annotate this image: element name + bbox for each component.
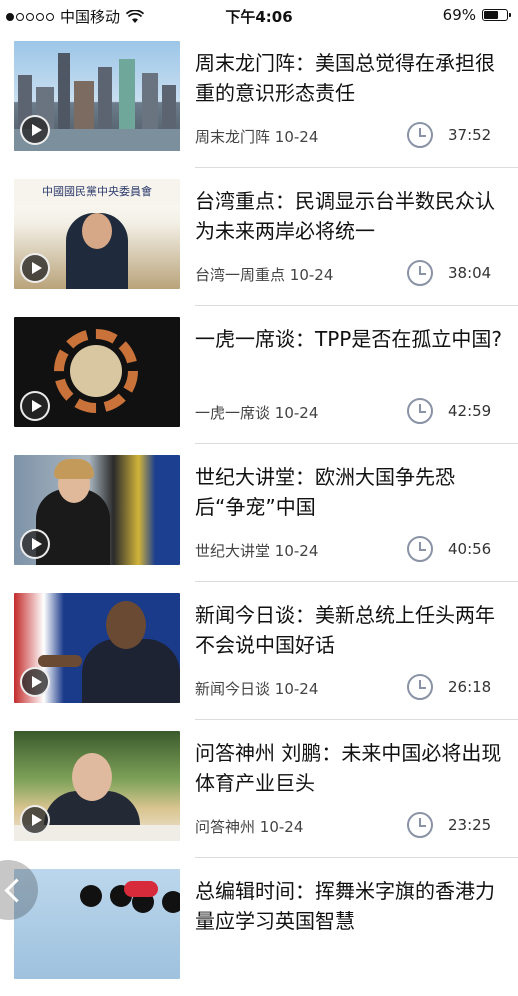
item-duration: 23:25: [448, 816, 492, 834]
clock-icon: [407, 122, 433, 148]
item-duration: 38:04: [448, 264, 492, 282]
item-source: 周末龙门阵: [195, 128, 271, 146]
item-duration: 26:18: [448, 678, 492, 696]
list-item[interactable]: 世纪大讲堂：欧洲大国争先恐后“争宠”中国 世纪大讲堂 10-24 40:56: [0, 444, 518, 582]
item-source: 台湾一周重点: [195, 266, 286, 284]
list-item[interactable]: 一虎一席谈：TPP是否在孤立中国? 一虎一席谈 10-24 42:59: [0, 306, 518, 444]
item-meta: 周末龙门阵 10-24: [195, 126, 318, 147]
item-title[interactable]: 台湾重点：民调显示台半数民众认为未来两岸必将统一: [195, 186, 505, 246]
video-thumbnail[interactable]: [14, 41, 180, 151]
item-source: 新闻今日谈: [195, 680, 271, 698]
video-thumbnail[interactable]: 中國國民黨中央委員會: [14, 179, 180, 289]
item-source: 世纪大讲堂: [195, 542, 271, 560]
item-title[interactable]: 总编辑时间：挥舞米字旗的香港力量应学习英国智慧: [195, 876, 505, 936]
item-source: 问答神州: [195, 818, 256, 836]
clock-icon: [407, 260, 433, 286]
video-thumbnail[interactable]: [14, 593, 180, 703]
status-time: 下午4:06: [225, 8, 293, 26]
play-icon[interactable]: [20, 667, 50, 697]
thumbnail-banner-text: 中國國民黨中央委員會: [14, 179, 180, 205]
clock-icon: [407, 398, 433, 424]
item-title[interactable]: 世纪大讲堂：欧洲大国争先恐后“争宠”中国: [195, 462, 505, 522]
item-date: 10-24: [274, 128, 319, 146]
play-icon[interactable]: [20, 529, 50, 559]
play-icon[interactable]: [20, 253, 50, 283]
battery-fill: [484, 11, 498, 19]
item-date: 10-24: [274, 680, 319, 698]
item-meta: 台湾一周重点 10-24: [195, 264, 333, 285]
list-item[interactable]: 新闻今日谈：美新总统上任头两年不会说中国好话 新闻今日谈 10-24 26:18: [0, 582, 518, 720]
item-duration: 37:52: [448, 126, 492, 144]
status-right: 69%: [442, 6, 511, 24]
play-icon[interactable]: [20, 391, 50, 421]
item-duration: 40:56: [448, 540, 492, 558]
video-thumbnail[interactable]: [14, 731, 180, 841]
list-item[interactable]: 总编辑时间：挥舞米字旗的香港力量应学习英国智慧: [0, 858, 518, 996]
battery-percent: 69%: [442, 6, 476, 24]
clock-icon: [407, 536, 433, 562]
item-date: 10-24: [274, 404, 319, 422]
item-meta: 一虎一席谈 10-24: [195, 402, 318, 423]
item-title[interactable]: 新闻今日谈：美新总统上任头两年不会说中国好话: [195, 600, 505, 660]
video-thumbnail[interactable]: [14, 317, 180, 427]
list-item[interactable]: 中國國民黨中央委員會 台湾重点：民调显示台半数民众认为未来两岸必将统一 台湾一周…: [0, 168, 518, 306]
status-bar: 中国移动 下午4:06 69%: [0, 0, 518, 30]
video-thumbnail[interactable]: [14, 869, 180, 979]
video-list: 周末龙门阵：美国总觉得在承担很重的意识形态责任 周末龙门阵 10-24 37:5…: [0, 30, 518, 996]
video-thumbnail[interactable]: [14, 455, 180, 565]
battery-icon: [482, 9, 511, 21]
item-date: 10-24: [289, 266, 334, 284]
item-date: 10-24: [274, 542, 319, 560]
list-item[interactable]: 问答神州 刘鹏：未来中国必将出现体育产业巨头 问答神州 10-24 23:25: [0, 720, 518, 858]
clock-icon: [407, 812, 433, 838]
item-meta: 世纪大讲堂 10-24: [195, 540, 318, 561]
play-icon[interactable]: [20, 805, 50, 835]
item-date: 10-24: [259, 818, 304, 836]
item-title[interactable]: 一虎一席谈：TPP是否在孤立中国?: [195, 324, 505, 354]
item-source: 一虎一席谈: [195, 404, 271, 422]
item-duration: 42:59: [448, 402, 492, 420]
item-meta: 问答神州 10-24: [195, 816, 303, 837]
play-icon[interactable]: [20, 115, 50, 145]
list-item[interactable]: 周末龙门阵：美国总觉得在承担很重的意识形态责任 周末龙门阵 10-24 37:5…: [0, 30, 518, 168]
item-meta: 新闻今日谈 10-24: [195, 678, 318, 699]
clock-icon: [407, 674, 433, 700]
item-title[interactable]: 问答神州 刘鹏：未来中国必将出现体育产业巨头: [195, 738, 505, 798]
item-title[interactable]: 周末龙门阵：美国总觉得在承担很重的意识形态责任: [195, 48, 505, 108]
